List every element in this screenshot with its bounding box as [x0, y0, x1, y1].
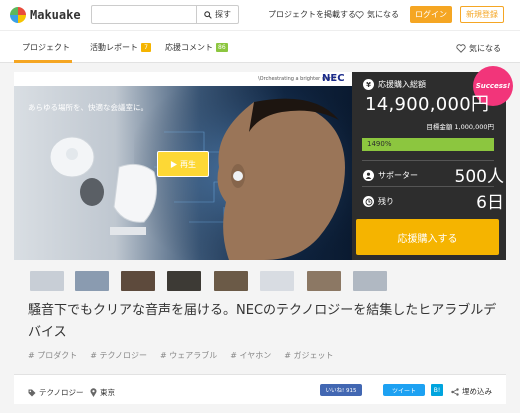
tag-link[interactable]: # テクノロジー [90, 350, 147, 361]
project-hero-video[interactable]: \Orchestrating a brighter world NEC あらゆる… [14, 72, 352, 260]
supporters-count: 500人 [454, 167, 504, 187]
panel-divider [362, 160, 494, 161]
tab-support-comments-label: 応援コメント [165, 43, 213, 52]
facebook-like-button[interactable]: いいね! 915 [320, 384, 362, 396]
tab-activity-report[interactable]: 活動レポート 7 [90, 42, 151, 53]
gallery-thumbnail[interactable] [121, 271, 155, 291]
total-amount-label-text: 応援購入総額 [378, 80, 426, 89]
hatena-bookmark-button[interactable]: B! [431, 384, 443, 396]
person-icon [363, 170, 374, 181]
gallery-thumbnail[interactable] [30, 271, 64, 291]
category-link[interactable]: テクノロジー [28, 387, 84, 398]
favorite-button-label: 気になる [469, 44, 501, 53]
search-box: 探す [91, 5, 239, 24]
tab-project[interactable]: プロジェクト [22, 42, 70, 53]
location-label: 東京 [100, 388, 115, 397]
gallery-thumbnail[interactable] [167, 271, 201, 291]
tab-project-label: プロジェクト [22, 43, 70, 52]
tab-support-comments[interactable]: 応援コメント 86 [165, 42, 228, 53]
funding-progress-percent: 1490% [367, 140, 392, 148]
gallery-thumbnail[interactable] [307, 271, 341, 291]
remaining-days-label: 残り [363, 196, 394, 207]
gallery-thumbnails [14, 268, 494, 294]
gallery-thumbnail[interactable] [353, 271, 387, 291]
search-button[interactable]: 探す [196, 6, 238, 23]
remaining-days: 6日 [476, 193, 504, 213]
nec-logo: NEC [322, 73, 345, 84]
activity-report-count-badge: 7 [141, 43, 151, 52]
search-button-label: 探す [215, 10, 231, 19]
header-favorites-label: 気になる [367, 10, 399, 19]
yen-icon: ¥ [363, 79, 374, 90]
signup-button[interactable]: 新規登録 [460, 6, 504, 23]
search-input[interactable] [92, 6, 196, 23]
tag-icon [28, 389, 36, 396]
post-project-link[interactable]: プロジェクトを掲載する [268, 9, 356, 20]
funding-amount: 14,900,000円 [365, 94, 490, 115]
play-icon [170, 160, 177, 168]
project-meta-bar: テクノロジー 東京 いいね! 915 ツイート B! 埋め込み [14, 374, 506, 404]
goal-amount: 目標金額 1,000,000円 [426, 123, 494, 131]
heart-icon [456, 44, 466, 53]
project-tags: # プロダクト # テクノロジー # ウェアラブル # イヤホン # ガジェット [28, 350, 334, 361]
logo-mark-icon [10, 7, 26, 23]
hero-caption: あらゆる場所を、快適な会議室に。 [28, 103, 148, 112]
login-button[interactable]: ログイン [410, 6, 452, 23]
play-video-label: 再生 [180, 159, 196, 169]
gallery-thumbnail[interactable] [260, 271, 294, 291]
location-pin-icon [90, 388, 97, 397]
supporters-label: サポーター [363, 170, 418, 181]
share-icon [451, 387, 459, 396]
embed-link[interactable]: 埋め込み [451, 386, 492, 397]
play-video-button[interactable]: 再生 [157, 151, 209, 177]
panel-divider [362, 186, 494, 187]
favorite-button[interactable]: 気になる [456, 43, 501, 54]
project-title: 騒音下でもクリアな音声を届ける。NECのテクノロジーを結集したヒアラブルデバイス [28, 303, 497, 340]
project-tabs: プロジェクト 活動レポート 7 応援コメント 86 気になる [0, 30, 520, 63]
tweet-button[interactable]: ツイート [383, 384, 425, 396]
makuake-logo[interactable]: Makuake [10, 7, 81, 23]
embed-label: 埋め込み [462, 387, 492, 396]
tag-link[interactable]: # ガジェット [284, 350, 333, 361]
tag-link[interactable]: # プロダクト [28, 350, 77, 361]
logo-text: Makuake [30, 8, 81, 22]
total-amount-label: ¥ 応援購入総額 [363, 79, 426, 90]
site-header: Makuake 探す プロジェクトを掲載する 気になる ログイン 新規登録 [0, 0, 520, 30]
search-icon [204, 10, 212, 19]
gallery-thumbnail[interactable] [214, 271, 248, 291]
category-label: テクノロジー [39, 388, 84, 397]
tag-link[interactable]: # ウェアラブル [160, 350, 217, 361]
clock-icon [363, 196, 374, 207]
remaining-days-label-text: 残り [378, 197, 394, 206]
header-favorites-link[interactable]: 気になる [355, 9, 399, 20]
gallery-thumbnail[interactable] [75, 271, 109, 291]
supporters-label-text: サポーター [378, 171, 418, 180]
active-tab-indicator [14, 60, 72, 63]
tag-link[interactable]: # イヤホン [230, 350, 271, 361]
support-comments-count-badge: 86 [216, 43, 228, 52]
support-purchase-button[interactable]: 応援購入する [356, 219, 499, 255]
location-link[interactable]: 東京 [90, 387, 115, 398]
heart-icon [355, 10, 364, 19]
tab-activity-report-label: 活動レポート [90, 43, 138, 52]
funding-progress-bar: 1490% [362, 138, 494, 151]
